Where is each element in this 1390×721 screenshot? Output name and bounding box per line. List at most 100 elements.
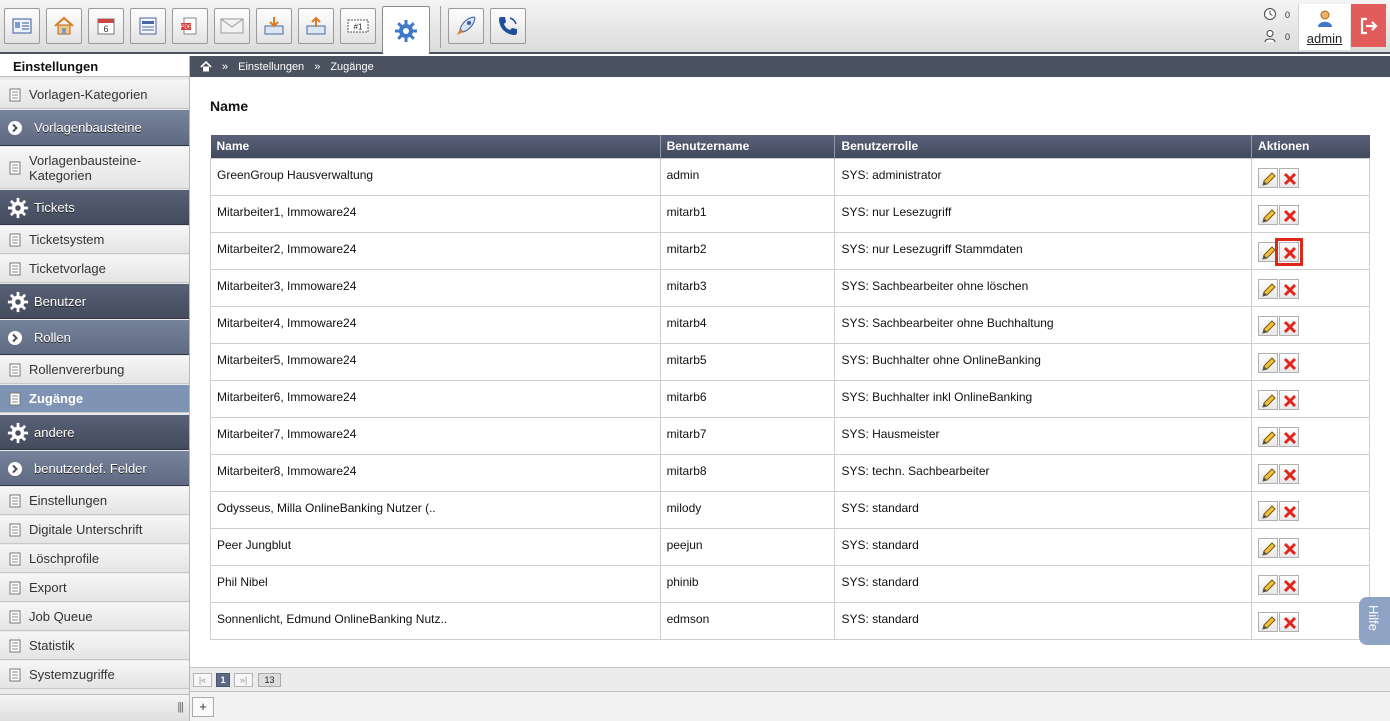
- sidebar-item-vorlagen-kategorien[interactable]: Vorlagen-Kategorien: [0, 80, 189, 109]
- sidebar-item-label: Vorlagenbausteine-Kategorien: [29, 152, 142, 183]
- table-row[interactable]: Mitarbeiter4, Immoware24 mitarb4 SYS: Sach…: [210, 305, 1370, 343]
- cell-role: SYS: Buchhalter ohne OnlineBanking: [834, 342, 1253, 380]
- table-row[interactable]: Mitarbeiter8, Immoware24 mitarb8 SYS: tech…: [210, 453, 1370, 491]
- inbox-button[interactable]: [256, 8, 292, 44]
- delete-button[interactable]: [1275, 237, 1304, 266]
- document-icon: [9, 552, 21, 566]
- arrow-circle-icon: [7, 120, 23, 139]
- table-row[interactable]: Mitarbeiter6, Immoware24 mitarb6 SYS: Buch…: [210, 379, 1370, 417]
- sidebar-item-export[interactable]: Export: [0, 574, 189, 602]
- delete-button[interactable]: [1279, 167, 1300, 188]
- rocket-button[interactable]: [448, 8, 484, 44]
- delete-button[interactable]: [1279, 500, 1300, 521]
- delete-button[interactable]: [1279, 611, 1300, 632]
- last-page-button[interactable]: »|: [234, 673, 253, 687]
- sidebar-item-rollenvererbung[interactable]: Rollenvererbung: [0, 356, 189, 384]
- clock-notification[interactable]: 0: [1263, 4, 1297, 26]
- sidebar-item-label: Export: [29, 580, 67, 595]
- user-clock-notification[interactable]: 0: [1263, 26, 1297, 48]
- delete-button[interactable]: [1279, 537, 1300, 558]
- edit-button[interactable]: [1258, 537, 1279, 558]
- edit-button[interactable]: [1258, 167, 1279, 188]
- contacts-icon: [12, 18, 32, 34]
- column-header-role[interactable]: Benutzerrolle: [834, 135, 1253, 158]
- edit-button[interactable]: [1258, 500, 1279, 521]
- edit-button[interactable]: [1258, 463, 1279, 484]
- edit-button[interactable]: [1258, 315, 1279, 336]
- table-row[interactable]: Mitarbeiter5, Immoware24 mitarb5 SYS: Buch…: [210, 342, 1370, 380]
- sidebar-item-statistik[interactable]: Statistik: [0, 632, 189, 660]
- delete-button[interactable]: [1279, 204, 1300, 225]
- sidebar-item-digitale-unterschrift[interactable]: Digitale Unterschrift: [0, 516, 189, 544]
- delete-button[interactable]: [1279, 315, 1300, 336]
- sidebar-footer: |||: [0, 694, 189, 721]
- edit-button[interactable]: [1258, 278, 1279, 299]
- sidebar-group-vorlagenbausteine[interactable]: Vorlagenbausteine: [0, 110, 189, 146]
- edit-button[interactable]: [1258, 241, 1279, 262]
- add-button[interactable]: +: [192, 697, 214, 717]
- breadcrumb-einstellungen[interactable]: Einstellungen: [238, 61, 304, 73]
- delete-button[interactable]: [1279, 389, 1300, 410]
- sidebar-item-ticketvorlage[interactable]: Ticketvorlage: [0, 255, 189, 283]
- table-row[interactable]: Mitarbeiter7, Immoware24 mitarb7 SYS: Haus…: [210, 416, 1370, 454]
- sidebar-group-benutzerdef-felder[interactable]: benutzerdef. Felder: [0, 451, 189, 486]
- contacts-button[interactable]: [4, 8, 40, 44]
- edit-button[interactable]: [1258, 574, 1279, 595]
- sidebar-item-vorlagenbausteine-kategorien[interactable]: Vorlagenbausteine-Kategorien: [0, 147, 189, 189]
- sidebar-item-label: Rollen: [34, 329, 71, 345]
- cell-actions: [1251, 453, 1370, 491]
- table-row[interactable]: Sonnenlicht, Edmund OnlineBanking Nutz..…: [210, 601, 1370, 640]
- username-link[interactable]: admin: [1299, 31, 1350, 46]
- sidebar-item-systemzugriffe[interactable]: Systemzugriffe: [0, 661, 189, 689]
- table-row[interactable]: Mitarbeiter2, Immoware24 mitarb2 SYS: nur …: [210, 231, 1370, 269]
- table-row[interactable]: Odysseus, Milla OnlineBanking Nutzer (..…: [210, 490, 1370, 528]
- home-icon[interactable]: [200, 61, 212, 72]
- phone-button[interactable]: [490, 8, 526, 44]
- outbox-button[interactable]: [298, 8, 334, 44]
- settings-button[interactable]: [382, 6, 430, 54]
- edit-button[interactable]: [1258, 204, 1279, 225]
- delete-button[interactable]: [1279, 426, 1300, 447]
- total-count: 13: [258, 673, 281, 687]
- sidebar-item-einstellungen[interactable]: Einstellungen: [0, 487, 189, 515]
- calendar-button[interactable]: 6: [88, 8, 124, 44]
- sidebar-item-zugänge[interactable]: Zugänge: [0, 385, 189, 413]
- edit-button[interactable]: [1258, 389, 1279, 410]
- sidebar-resize-handle[interactable]: |||: [177, 701, 184, 713]
- sidebar-group-benutzer[interactable]: Benutzer: [0, 284, 189, 319]
- edit-button[interactable]: [1258, 426, 1279, 447]
- ledger-button[interactable]: [130, 8, 166, 44]
- home-button[interactable]: [46, 8, 82, 44]
- table-row[interactable]: Phil Nibel phinib SYS: standard: [210, 564, 1370, 602]
- user-clock-icon: [1263, 29, 1279, 45]
- ticket-button[interactable]: #1: [340, 8, 376, 44]
- sidebar-item-job-queue[interactable]: Job Queue: [0, 603, 189, 631]
- edit-button[interactable]: [1258, 352, 1279, 373]
- first-page-button[interactable]: |«: [193, 673, 212, 687]
- table-row[interactable]: GreenGroup Hausverwaltung admin SYS: admin…: [210, 157, 1370, 195]
- edit-button[interactable]: [1258, 611, 1279, 632]
- table-row[interactable]: Mitarbeiter1, Immoware24 mitarb1 SYS: nur …: [210, 194, 1370, 232]
- help-tab[interactable]: Hilfe: [1359, 597, 1390, 645]
- table-row[interactable]: Peer Jungblut peejun SYS: standard: [210, 527, 1370, 565]
- delete-button[interactable]: [1279, 352, 1300, 373]
- mail-button[interactable]: [214, 8, 250, 44]
- delete-button[interactable]: [1279, 278, 1300, 299]
- cell-username: mitarb4: [660, 305, 836, 343]
- logout-button[interactable]: [1351, 4, 1386, 47]
- column-header-name[interactable]: Name: [210, 135, 661, 158]
- delete-button[interactable]: [1279, 574, 1300, 595]
- sidebar-group-tickets[interactable]: Tickets: [0, 190, 189, 225]
- delete-button[interactable]: [1279, 463, 1300, 484]
- sidebar-item-ticketsystem[interactable]: Ticketsystem: [0, 226, 189, 254]
- sidebar-item-löschprofile[interactable]: Löschprofile: [0, 545, 189, 573]
- current-page[interactable]: 1: [216, 673, 230, 687]
- table-row[interactable]: Mitarbeiter3, Immoware24 mitarb3 SYS: Sach…: [210, 268, 1370, 306]
- cell-role: SYS: techn. Sachbearbeiter: [834, 453, 1253, 491]
- sidebar-group-rollen[interactable]: Rollen: [0, 320, 189, 355]
- pdf-button[interactable]: PDF: [172, 8, 208, 44]
- cell-actions: [1251, 601, 1370, 640]
- column-header-username[interactable]: Benutzername: [660, 135, 836, 158]
- user-menu[interactable]: admin: [1298, 4, 1350, 50]
- sidebar-group-andere[interactable]: andere: [0, 415, 189, 450]
